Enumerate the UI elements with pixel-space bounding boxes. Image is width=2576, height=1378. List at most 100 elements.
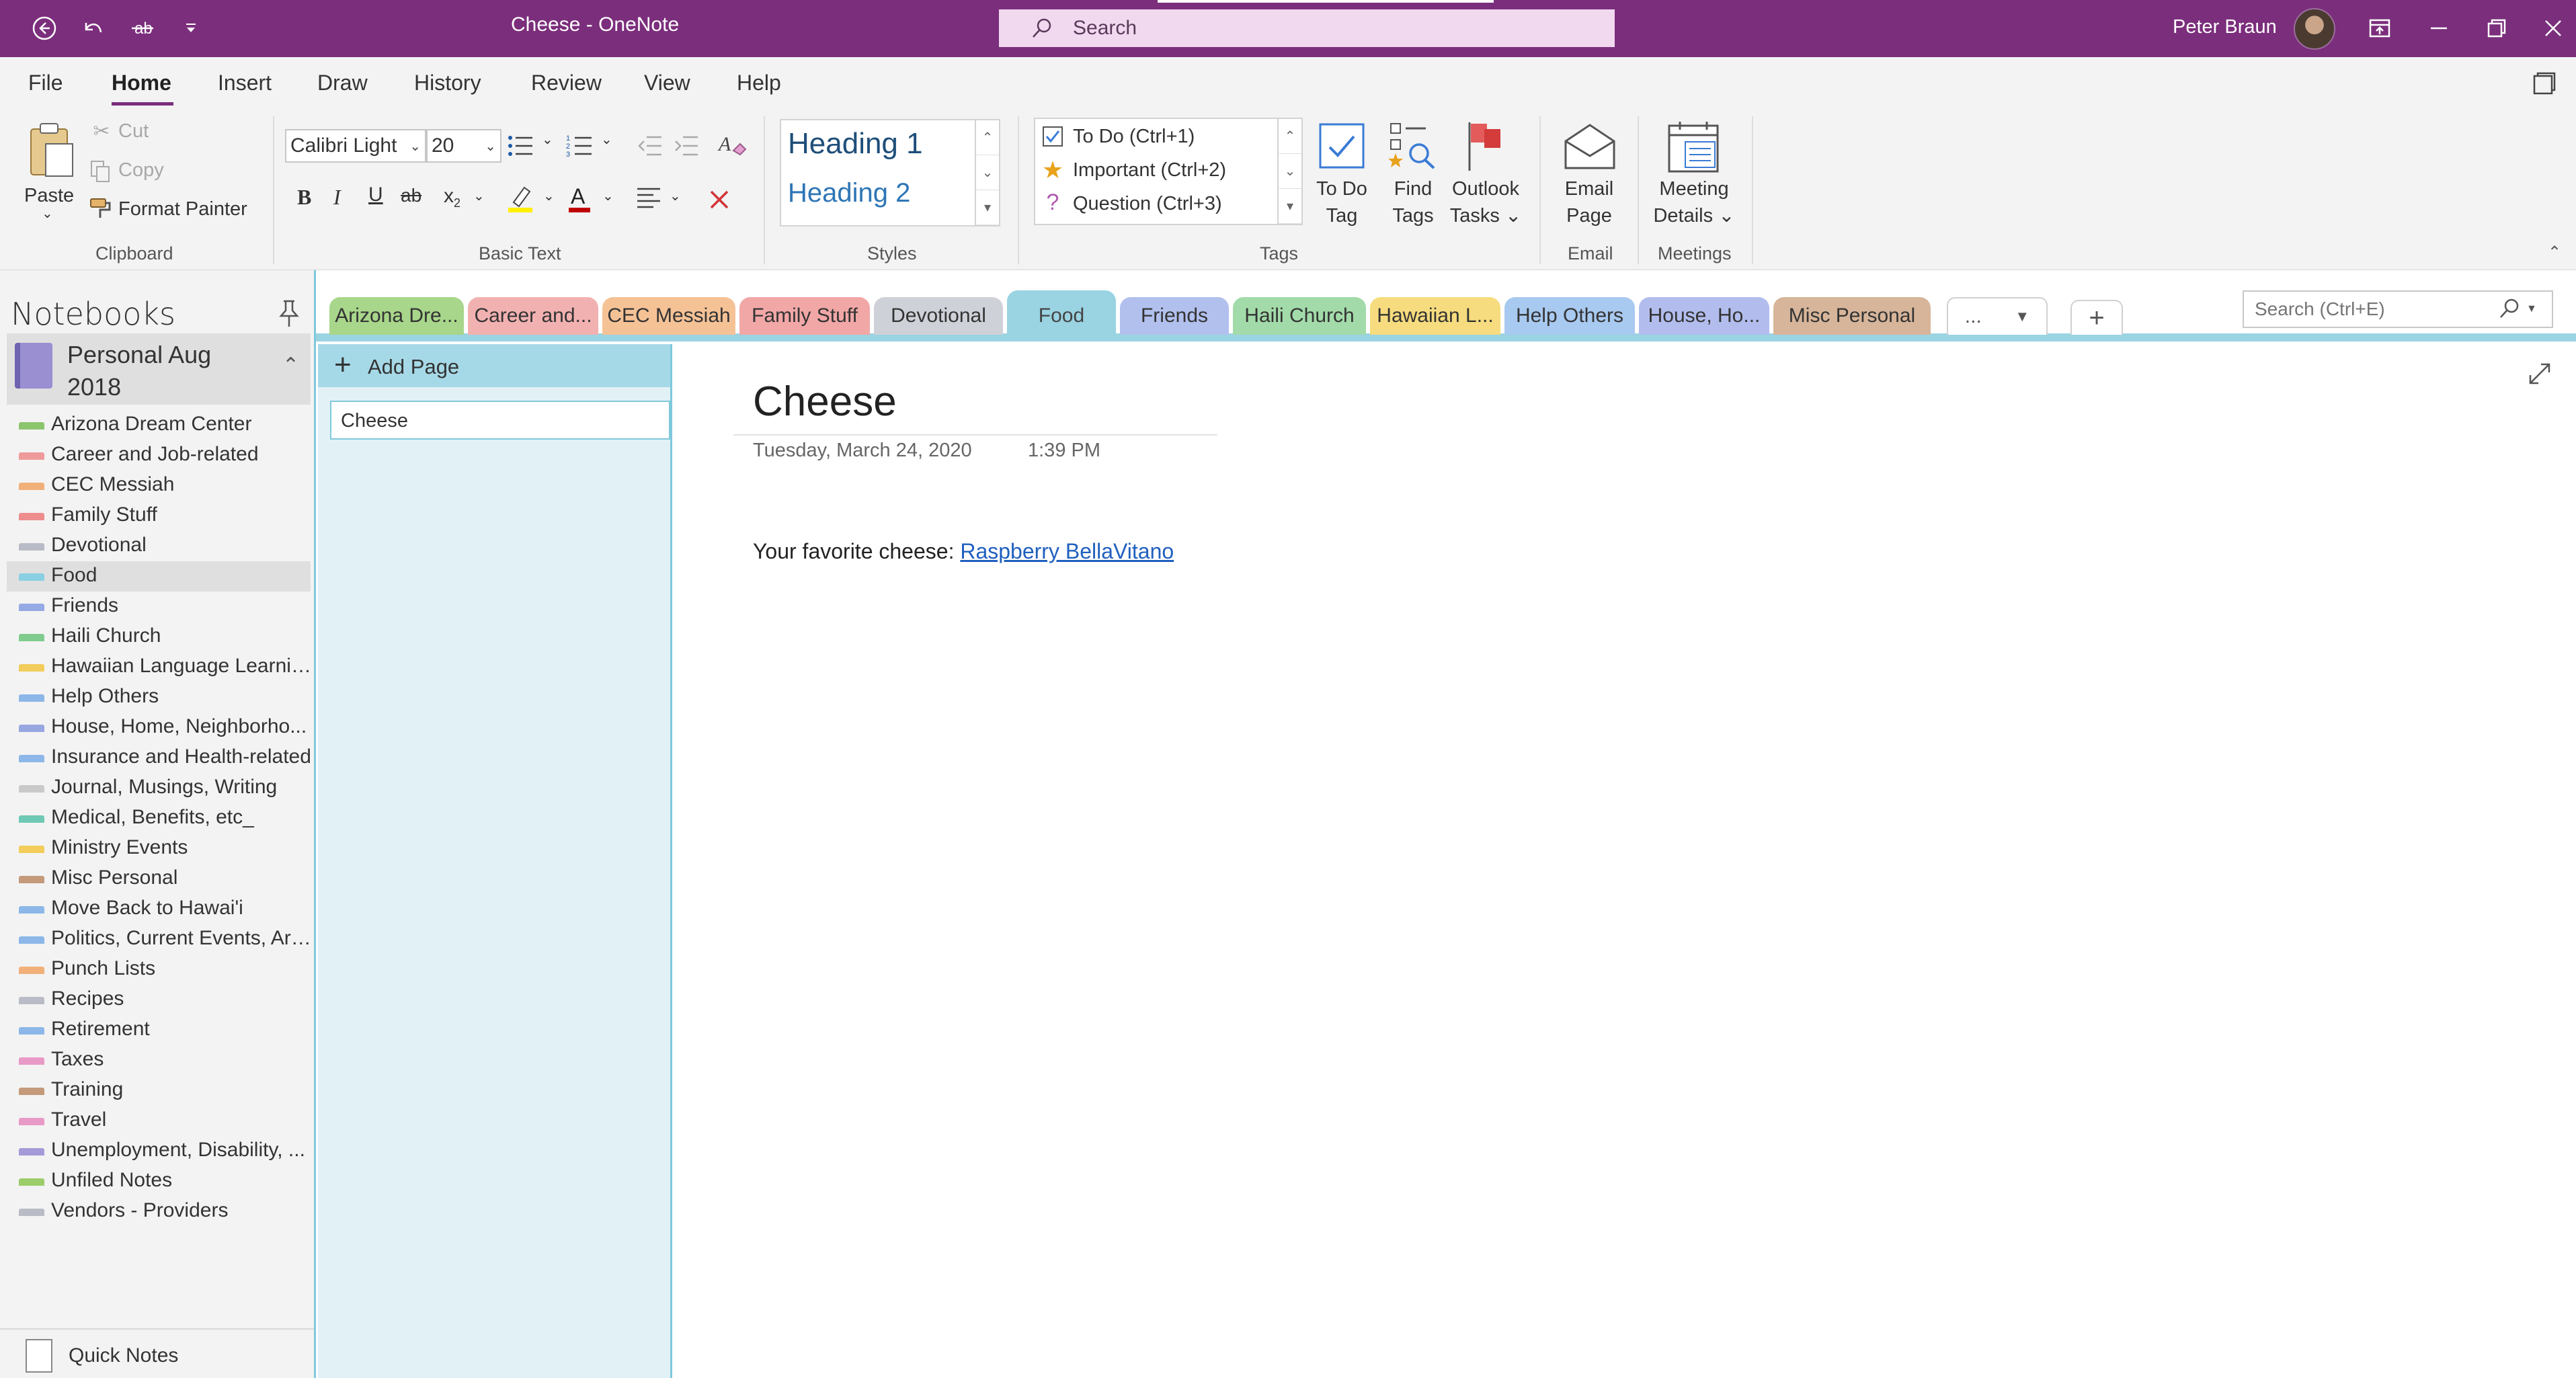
section-item[interactable]: Punch Lists: [7, 955, 311, 985]
tab-home[interactable]: Home: [112, 71, 171, 95]
section-tab[interactable]: Help Others: [1504, 297, 1635, 335]
section-item[interactable]: Hawaiian Language Learning: [7, 652, 313, 682]
tab-draw[interactable]: Draw: [317, 71, 368, 95]
chevron-down-icon[interactable]: ▼: [2526, 303, 2537, 315]
section-tab[interactable]: Arizona Dre...: [329, 297, 464, 335]
section-item[interactable]: Friends: [7, 592, 311, 622]
cheese-link[interactable]: Raspberry BellaVitano: [960, 539, 1174, 563]
section-tab[interactable]: House, Ho...: [1639, 297, 1769, 335]
scroll-down-icon[interactable]: ⌄: [976, 155, 999, 190]
clear-formatting-icon[interactable]: A: [717, 130, 748, 161]
format-painter-button[interactable]: Format Painter: [118, 198, 247, 220]
more-tags-icon[interactable]: ▾: [1279, 189, 1301, 224]
restore-icon[interactable]: [2482, 13, 2511, 43]
section-item[interactable]: Insurance and Health-related: [7, 743, 311, 773]
section-tab[interactable]: Haili Church: [1233, 297, 1366, 335]
section-item[interactable]: Food: [7, 561, 311, 592]
chevron-down-icon[interactable]: ⌄: [473, 188, 485, 204]
section-tab[interactable]: Devotional: [874, 297, 1003, 335]
search-notebook-input[interactable]: [2255, 298, 2497, 320]
meeting-details-icon[interactable]: [1663, 118, 1724, 175]
strikethrough-button[interactable]: ab: [401, 185, 421, 206]
section-tab[interactable]: Food: [1007, 290, 1116, 341]
font-size-select[interactable]: 20 ⌄: [426, 129, 501, 163]
tag-question[interactable]: Question (Ctrl+3): [1073, 193, 1222, 215]
section-item[interactable]: CEC Messiah: [7, 471, 311, 501]
subscript-button[interactable]: x2: [444, 185, 460, 210]
section-item[interactable]: Training: [7, 1076, 311, 1106]
customize-qat-icon[interactable]: [176, 13, 206, 43]
section-item[interactable]: Retirement: [7, 1015, 311, 1045]
tell-me-search[interactable]: Search: [999, 9, 1615, 47]
section-item[interactable]: Vendors - Providers: [7, 1197, 311, 1227]
section-item[interactable]: Misc Personal: [7, 864, 311, 894]
increase-indent-icon[interactable]: [672, 132, 700, 159]
styles-gallery[interactable]: Heading 1 Heading 2 ⌃ ⌄ ▾: [780, 119, 1000, 227]
chevron-down-icon[interactable]: ⌄: [601, 131, 612, 148]
chevron-up-icon[interactable]: ⌃: [282, 354, 299, 377]
paste-dropdown-icon[interactable]: ⌄: [42, 205, 53, 222]
tags-gallery[interactable]: To Do (Ctrl+1) ★ Important (Ctrl+2) ? Qu…: [1034, 118, 1303, 225]
chevron-down-icon[interactable]: ⌄: [670, 188, 681, 204]
tag-todo[interactable]: To Do (Ctrl+1): [1073, 126, 1195, 148]
section-item[interactable]: Politics, Current Events, Arti...: [7, 924, 313, 955]
collapse-ribbon-icon[interactable]: ⌃: [2548, 243, 2561, 262]
tag-important[interactable]: Important (Ctrl+2): [1073, 159, 1226, 181]
tags-scroll[interactable]: ⌃ ⌄ ▾: [1277, 119, 1301, 224]
user-name[interactable]: Peter Braun: [2173, 16, 2277, 38]
section-item[interactable]: Taxes: [7, 1045, 311, 1076]
tab-file[interactable]: File: [28, 71, 63, 95]
copy-icon[interactable]: [89, 158, 113, 185]
section-item[interactable]: Ministry Events: [7, 834, 311, 864]
section-item[interactable]: Journal, Musings, Writing: [7, 773, 311, 803]
paste-label[interactable]: Paste: [24, 185, 74, 207]
bullets-icon[interactable]: [506, 131, 535, 161]
section-item[interactable]: Medical, Benefits, etc_: [7, 803, 311, 834]
tab-review[interactable]: Review: [531, 71, 602, 95]
section-item[interactable]: Recipes: [7, 985, 311, 1015]
section-item[interactable]: Move Back to Hawai'i: [7, 894, 311, 924]
minimize-icon[interactable]: [2424, 13, 2454, 43]
section-item[interactable]: Devotional: [7, 531, 311, 561]
chevron-down-icon[interactable]: ⌄: [543, 188, 555, 204]
style-heading-1[interactable]: Heading 1: [788, 127, 923, 161]
highlight-icon[interactable]: [506, 182, 535, 214]
close-icon[interactable]: [2538, 13, 2568, 43]
cut-icon[interactable]: ✂: [90, 118, 113, 145]
paragraph-align-icon[interactable]: [635, 185, 664, 212]
more-sections-button[interactable]: ... ▼: [1947, 297, 2048, 335]
ribbon-display-options-icon[interactable]: [2365, 13, 2394, 43]
section-item[interactable]: Arizona Dream Center: [7, 410, 311, 440]
section-item[interactable]: Family Stuff: [7, 501, 311, 531]
todo-tag-button[interactable]: To Do Tag: [1312, 175, 1371, 229]
tab-insert[interactable]: Insert: [218, 71, 272, 95]
font-name-select[interactable]: Calibri Light ⌄: [285, 129, 426, 163]
email-page-icon[interactable]: [1560, 119, 1620, 174]
numbering-icon[interactable]: 123: [565, 131, 594, 161]
page-canvas[interactable]: Cheese Tuesday, March 24, 2020 1:39 PM Y…: [674, 344, 2576, 1378]
section-item[interactable]: Unfiled Notes: [7, 1166, 311, 1197]
find-tags-button[interactable]: Find Tags: [1383, 175, 1443, 229]
section-item[interactable]: Unemployment, Disability, ...: [7, 1136, 311, 1166]
sticky-notes-icon[interactable]: [2530, 71, 2557, 97]
section-tab[interactable]: Career and...: [468, 297, 598, 335]
expand-icon[interactable]: [2528, 362, 2554, 389]
page-item[interactable]: Cheese: [330, 401, 670, 440]
styles-scroll[interactable]: ⌃ ⌄ ▾: [975, 120, 999, 225]
delete-icon[interactable]: [705, 185, 734, 214]
section-item[interactable]: Career and Job-related: [7, 440, 311, 471]
avatar[interactable]: [2294, 8, 2335, 50]
decrease-indent-icon[interactable]: [636, 132, 664, 159]
quick-notes[interactable]: Quick Notes: [0, 1328, 314, 1378]
style-heading-2[interactable]: Heading 2: [788, 178, 910, 208]
outlook-tasks-button[interactable]: Outlook Tasks ⌄: [1445, 175, 1526, 229]
search-notebook-field[interactable]: ▼: [2243, 290, 2553, 328]
font-color-icon[interactable]: A: [565, 182, 594, 214]
section-tab[interactable]: Family Stuff: [739, 297, 870, 335]
section-tab[interactable]: Friends: [1120, 297, 1229, 335]
section-tab[interactable]: CEC Messiah: [602, 297, 735, 335]
tab-history[interactable]: History: [414, 71, 481, 95]
section-tab[interactable]: Misc Personal: [1773, 297, 1931, 335]
page-title[interactable]: Cheese: [753, 378, 897, 425]
format-painter-icon[interactable]: [87, 194, 114, 221]
